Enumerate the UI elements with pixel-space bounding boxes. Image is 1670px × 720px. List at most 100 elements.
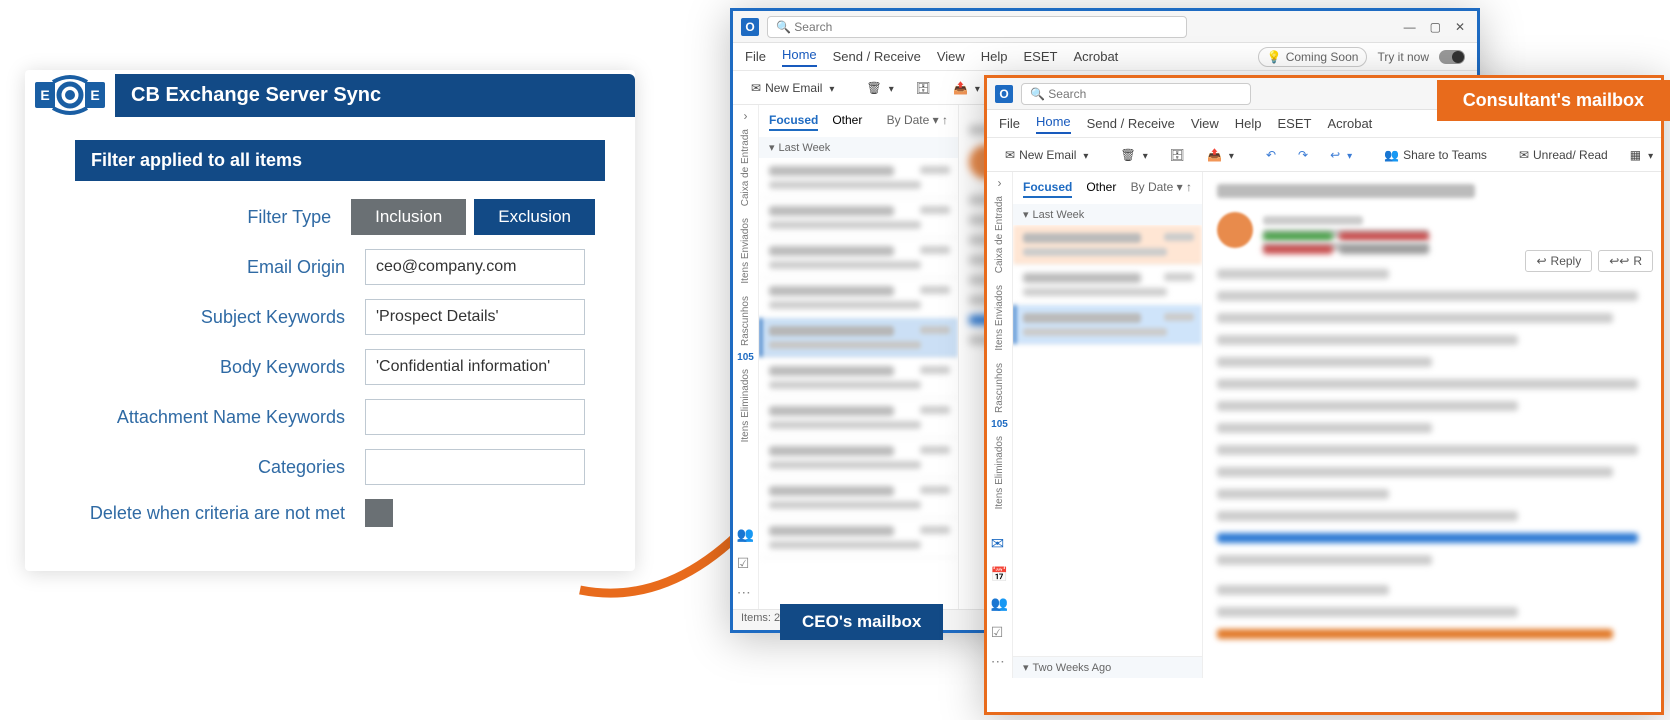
- mail-row-selected[interactable]: [759, 318, 958, 358]
- menu-help[interactable]: Help: [1235, 116, 1262, 131]
- rail-tab-deleted[interactable]: Itens Eliminados: [992, 430, 1007, 515]
- try-it-toggle[interactable]: [1439, 50, 1465, 64]
- todo-icon[interactable]: ☑: [737, 555, 754, 572]
- group-last-week[interactable]: ▾ Last Week: [759, 137, 958, 158]
- rail-tab-drafts[interactable]: Rascunhos: [738, 290, 753, 352]
- menu-help[interactable]: Help: [981, 49, 1008, 64]
- rail-tab-deleted[interactable]: Itens Eliminados: [738, 363, 753, 448]
- rail-expand[interactable]: ›: [998, 176, 1002, 190]
- mail-row[interactable]: [759, 278, 958, 318]
- menu-acrobat[interactable]: Acrobat: [1073, 49, 1118, 64]
- message-list: Focused Other By Date ▾ ↑ ▾ Last Week: [759, 105, 959, 609]
- rail-expand[interactable]: ›: [744, 109, 748, 123]
- people-icon[interactable]: 👥: [737, 526, 754, 543]
- rail-tab-inbox[interactable]: Caixa de Entrada: [992, 190, 1007, 279]
- archive-button[interactable]: 🗄: [910, 78, 937, 98]
- group-last-week[interactable]: ▾ Last Week: [1013, 204, 1202, 225]
- reply-all-button[interactable]: ↩↩ R: [1598, 250, 1653, 272]
- redo-button[interactable]: ↷: [1292, 145, 1314, 165]
- reply-button[interactable]: ↩ Reply: [1525, 250, 1592, 272]
- svg-text:E: E: [90, 87, 99, 103]
- calendar-icon[interactable]: 📅: [991, 566, 1008, 583]
- categorize-button[interactable]: ▦: [1624, 145, 1659, 165]
- coming-soon-button[interactable]: 💡 Coming Soon: [1258, 47, 1368, 67]
- delete-criteria-checkbox[interactable]: [365, 499, 393, 527]
- more-rail-icon[interactable]: ⋯: [991, 653, 1008, 670]
- unread-read-button[interactable]: ✉ Unread/ Read: [1513, 145, 1614, 165]
- exclusion-button[interactable]: Exclusion: [474, 199, 595, 235]
- outlook-icon: [741, 18, 759, 36]
- search-icon: 🔍: [776, 20, 791, 34]
- menu-send-receive[interactable]: Send / Receive: [833, 49, 921, 64]
- email-origin-input[interactable]: [365, 249, 585, 285]
- global-search[interactable]: 🔍 Search: [767, 16, 1187, 38]
- mail-row[interactable]: [1013, 225, 1202, 265]
- outlook-icon: [995, 85, 1013, 103]
- inclusion-button[interactable]: Inclusion: [351, 199, 466, 235]
- delete-button[interactable]: 🗑: [860, 78, 899, 98]
- menu-eset[interactable]: ESET: [1024, 49, 1058, 64]
- mail-row[interactable]: [1013, 265, 1202, 305]
- move-button[interactable]: 📤: [1201, 145, 1240, 165]
- label-subject-keywords: Subject Keywords: [25, 307, 365, 328]
- menu-view[interactable]: View: [937, 49, 965, 64]
- maximize-button[interactable]: ▢: [1430, 20, 1441, 34]
- tab-focused[interactable]: Focused: [769, 113, 818, 131]
- mail-icon[interactable]: ✉: [991, 534, 1008, 554]
- label-email-origin: Email Origin: [25, 257, 365, 278]
- mail-row[interactable]: [759, 198, 958, 238]
- attachment-keywords-input[interactable]: [365, 399, 585, 435]
- sort-by-date[interactable]: By Date ▾ ↑: [1131, 180, 1192, 198]
- categories-input[interactable]: [365, 449, 585, 485]
- archive-button[interactable]: 🗄: [1164, 145, 1191, 165]
- todo-icon[interactable]: ☑: [991, 624, 1008, 641]
- product-title: CB Exchange Server Sync: [115, 74, 635, 117]
- minimize-button[interactable]: —: [1404, 20, 1416, 34]
- subject-keywords-input[interactable]: [365, 299, 585, 335]
- menu-file[interactable]: File: [999, 116, 1020, 131]
- tab-focused[interactable]: Focused: [1023, 180, 1072, 198]
- body-keywords-input[interactable]: [365, 349, 585, 385]
- tab-other[interactable]: Other: [1086, 180, 1116, 198]
- menu-send-receive[interactable]: Send / Receive: [1087, 116, 1175, 131]
- mail-row[interactable]: [759, 238, 958, 278]
- label-categories: Categories: [25, 457, 365, 478]
- title-bar: 🔍 Search — ▢ ✕: [733, 11, 1477, 43]
- menu-eset[interactable]: ESET: [1278, 116, 1312, 131]
- rail-tab-inbox[interactable]: Caixa de Entrada: [738, 123, 753, 212]
- new-email-button[interactable]: ✉ New Email: [745, 78, 840, 98]
- undo-button[interactable]: ↶: [1260, 145, 1282, 165]
- mail-row-selected[interactable]: [1013, 305, 1202, 345]
- product-logo: E E: [25, 70, 115, 120]
- move-button[interactable]: 📤: [947, 78, 986, 98]
- menu-view[interactable]: View: [1191, 116, 1219, 131]
- tab-other[interactable]: Other: [832, 113, 862, 131]
- people-icon[interactable]: 👥: [991, 595, 1008, 612]
- search-placeholder: Search: [1048, 87, 1086, 101]
- rail-tab-sent[interactable]: Itens Enviados: [738, 212, 753, 290]
- close-button[interactable]: ✕: [1455, 20, 1465, 34]
- new-email-button[interactable]: ✉ New Email: [999, 145, 1094, 165]
- mail-row[interactable]: [759, 158, 958, 198]
- group-two-weeks[interactable]: ▾ Two Weeks Ago: [1013, 656, 1202, 678]
- global-search[interactable]: 🔍 Search: [1021, 83, 1251, 105]
- rail-tab-sent[interactable]: Itens Enviados: [992, 279, 1007, 357]
- sort-by-date[interactable]: By Date ▾ ↑: [887, 113, 948, 131]
- mail-row[interactable]: [759, 358, 958, 398]
- rail-count: 105: [737, 352, 754, 363]
- menu-home[interactable]: Home: [782, 47, 817, 67]
- delete-button[interactable]: 🗑: [1114, 145, 1153, 165]
- share-teams-button[interactable]: 👥 Share to Teams: [1378, 145, 1493, 165]
- mail-row[interactable]: [759, 398, 958, 438]
- mail-row[interactable]: [759, 518, 958, 558]
- menu-home[interactable]: Home: [1036, 114, 1071, 134]
- more-rail-icon[interactable]: ⋯: [737, 584, 754, 601]
- menu-file[interactable]: File: [745, 49, 766, 64]
- mail-row[interactable]: [759, 478, 958, 518]
- reply-dropdown[interactable]: ↩: [1324, 145, 1358, 165]
- mail-row[interactable]: [759, 438, 958, 478]
- message-list: Focused Other By Date ▾ ↑ ▾ Last Week ▾ …: [1013, 172, 1203, 678]
- menu-acrobat[interactable]: Acrobat: [1327, 116, 1372, 131]
- rail-tab-drafts[interactable]: Rascunhos: [992, 357, 1007, 419]
- try-it-label: Try it now: [1377, 50, 1429, 64]
